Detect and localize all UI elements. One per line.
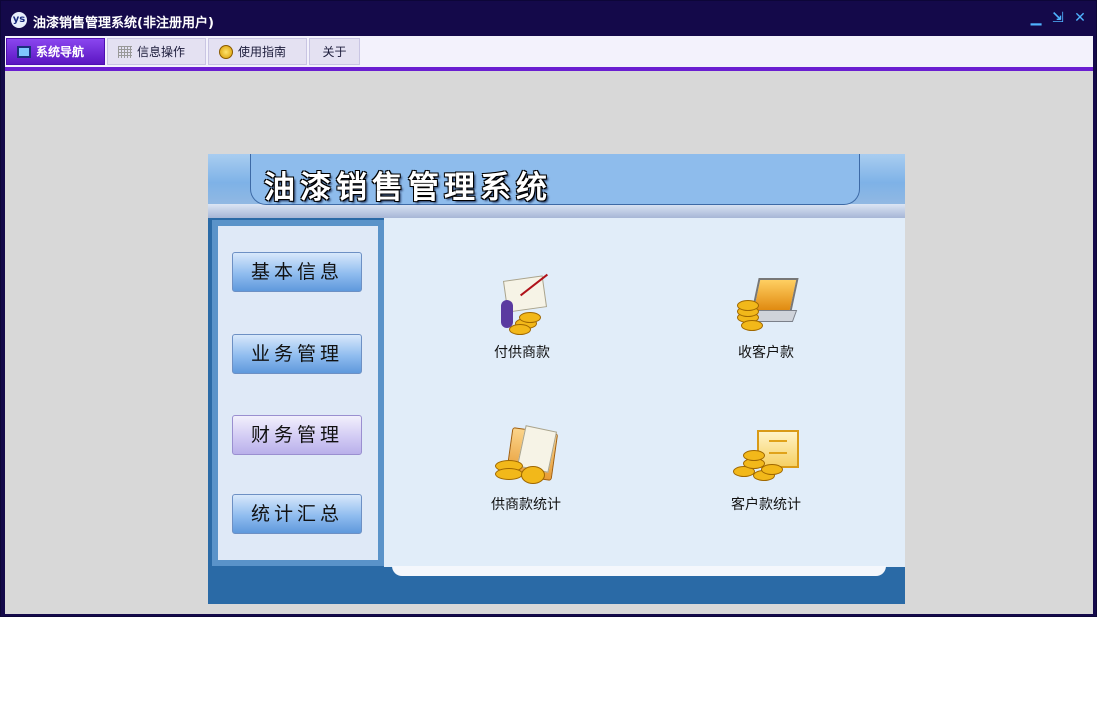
- tab-system-navigation[interactable]: 系统导航: [6, 38, 105, 65]
- close-button[interactable]: ✕: [1072, 10, 1088, 26]
- panel-bottom-bar: [392, 566, 886, 576]
- tile-label: 收客户款: [738, 345, 794, 361]
- tile-label: 供商款统计: [491, 497, 561, 513]
- coins-laptop-icon: [731, 274, 801, 338]
- tab-label: 系统导航: [36, 45, 85, 59]
- guide-icon: [219, 44, 233, 59]
- finance-tiles-area: 付供商款 收客户款 供商款统计 客户款统计: [384, 218, 905, 567]
- title-bar[interactable]: ys 油漆销售管理系统(非注册用户) ▁ ⇲ ✕: [1, 1, 1096, 37]
- coins-screen-icon: [731, 426, 801, 490]
- tab-bar: 系统导航 信息操作 使用指南 关于: [5, 36, 1093, 71]
- tile-label: 付供商款: [494, 345, 550, 361]
- tile-collect-customer[interactable]: 收客户款: [706, 274, 826, 362]
- payment-chart-icon: [487, 273, 557, 338]
- tile-supplier-payment-stats[interactable]: 供商款统计: [466, 425, 586, 514]
- app-logo-icon: ys: [11, 12, 27, 28]
- folder-coins-icon: [491, 425, 561, 490]
- nav-business-management-button[interactable]: 业务管理: [232, 334, 362, 374]
- tile-customer-payment-stats[interactable]: 客户款统计: [706, 426, 826, 514]
- tab-info-operations[interactable]: 信息操作: [107, 38, 206, 65]
- nav-statistics-summary-button[interactable]: 统计汇总: [232, 494, 362, 534]
- window-title: 油漆销售管理系统(非注册用户): [33, 16, 214, 31]
- tab-label: 使用指南: [238, 45, 287, 59]
- grid-icon: [118, 45, 132, 58]
- window-controls: ▁ ⇲ ✕: [1028, 10, 1088, 26]
- module-sidebar: 基本信息 业务管理 财务管理 统计汇总: [212, 220, 384, 566]
- tab-label: 信息操作: [137, 45, 186, 59]
- tile-label: 客户款统计: [731, 497, 801, 513]
- tile-pay-supplier[interactable]: 付供商款: [462, 273, 582, 362]
- panel-banner: 油漆销售管理系统: [208, 154, 905, 218]
- nav-basic-info-button[interactable]: 基本信息: [232, 252, 362, 292]
- restore-button[interactable]: ⇲: [1050, 10, 1066, 26]
- nav-finance-management-button[interactable]: 财务管理: [232, 415, 362, 455]
- tab-about[interactable]: 关于: [309, 38, 360, 65]
- minimize-button[interactable]: ▁: [1028, 10, 1044, 26]
- monitor-icon: [17, 45, 31, 58]
- tab-label: 关于: [322, 45, 347, 59]
- sidebar-inner: 基本信息 业务管理 财务管理 统计汇总: [218, 226, 378, 560]
- navigation-panel: 油漆销售管理系统 基本信息 业务管理 财务管理 统计汇总 付供商款 收客户款 供…: [208, 154, 905, 604]
- tab-user-guide[interactable]: 使用指南: [208, 38, 307, 65]
- panel-title: 油漆销售管理系统: [264, 170, 552, 206]
